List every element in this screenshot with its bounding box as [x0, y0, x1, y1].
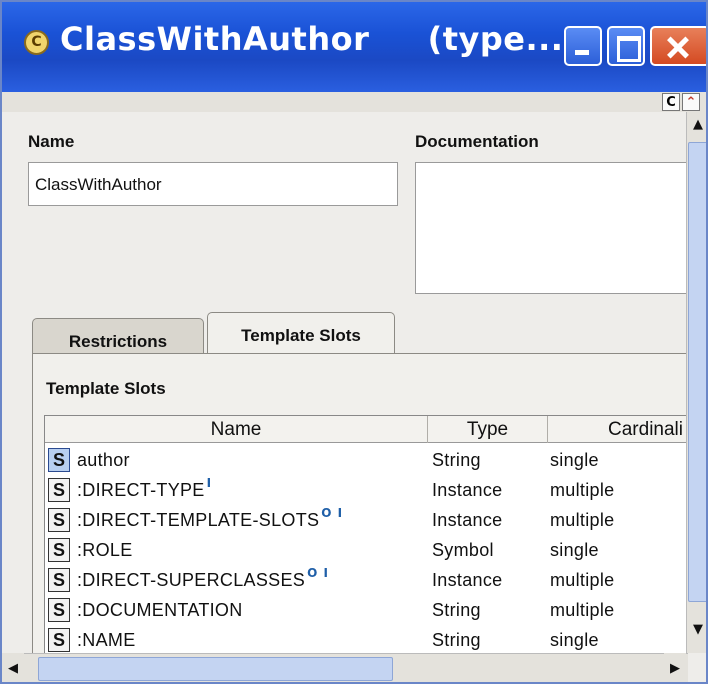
slot-type: Instance [432, 510, 503, 530]
template-slots-table[interactable]: Name Type Cardinali S author String sing… [44, 415, 686, 653]
slot-name: :DIRECT-TYPE I [77, 475, 212, 505]
close-button[interactable] [650, 26, 706, 66]
content-area: Name ClassWithAuthor Documentation Restr… [2, 112, 686, 653]
slot-icon: S [48, 508, 70, 532]
column-header-type[interactable]: Type [428, 416, 548, 443]
protege-class-window: C ClassWithAuthor (type... C ⌃ Name Clas… [0, 0, 708, 684]
slot-name-text: :DIRECT-SUPERCLASSES [77, 570, 306, 590]
column-header-cardinality[interactable]: Cardinali [548, 416, 686, 443]
slot-facet-marks: I [206, 476, 213, 490]
slot-type: Symbol [432, 540, 494, 560]
scroll-down-arrow-icon[interactable]: ▼ [687, 617, 706, 643]
table-header: Name Type Cardinali [45, 416, 686, 443]
documentation-label: Documentation [415, 132, 539, 151]
slot-name: author [77, 445, 132, 475]
table-row[interactable]: S :ROLE Symbol single [45, 535, 686, 565]
slot-name-text: :ROLE [77, 540, 133, 560]
collapse-tool-button[interactable]: ⌃ [682, 93, 700, 111]
slot-name: :DIRECT-SUPERCLASSES O I [77, 565, 329, 595]
slot-cardinality: multiple [550, 570, 615, 590]
minimize-button[interactable] [564, 26, 602, 66]
window-title: ClassWithAuthor (type... [60, 20, 564, 58]
slot-cardinality: single [550, 450, 599, 470]
maximize-button[interactable] [607, 26, 645, 66]
vertical-scrollbar[interactable]: ▲ ▼ [686, 112, 706, 653]
slot-icon: S [48, 628, 70, 652]
slot-cardinality: multiple [550, 600, 615, 620]
slot-facet-marks: O I [307, 566, 329, 580]
horizontal-scrollbar[interactable] [24, 653, 688, 682]
slot-name-text: :NAME [77, 630, 136, 650]
slot-type: Instance [432, 480, 503, 500]
table-row[interactable]: S :DIRECT-TYPE I Instance multiple [45, 475, 686, 505]
documentation-field[interactable] [415, 162, 686, 294]
slot-facet-marks: O I [321, 506, 344, 520]
table-row[interactable]: S :DIRECT-SUPERCLASSES O I Instance multi… [45, 565, 686, 595]
slot-cardinality: multiple [550, 480, 615, 500]
slot-name-text: :DOCUMENTATION [77, 600, 243, 620]
template-slots-heading: Template Slots [46, 379, 166, 398]
horizontal-scroll-thumb[interactable] [38, 657, 393, 681]
slot-icon: S [48, 598, 70, 622]
vertical-scroll-thumb[interactable] [688, 142, 706, 602]
slot-cardinality: multiple [550, 510, 615, 530]
name-field[interactable]: ClassWithAuthor [28, 162, 398, 206]
table-row[interactable]: S :DOCUMENTATION String multiple [45, 595, 686, 625]
slot-name: :NAME [77, 625, 138, 653]
name-label: Name [28, 132, 75, 151]
slot-type: String [432, 630, 481, 650]
class-icon: C [24, 30, 49, 55]
tab-template-slots[interactable]: Template Slots [207, 312, 395, 354]
slot-name-text: author [77, 450, 130, 470]
slot-name-text: :DIRECT-TEMPLATE-SLOTS [77, 510, 320, 530]
table-row[interactable]: S :NAME String single [45, 625, 686, 653]
class-tool-button[interactable]: C [662, 93, 680, 111]
scroll-right-arrow-icon[interactable]: ▶ [664, 653, 686, 682]
slot-type: String [432, 600, 481, 620]
slot-name: :DOCUMENTATION [77, 595, 245, 625]
slot-name-text: :DIRECT-TYPE [77, 480, 205, 500]
table-row[interactable]: S :DIRECT-TEMPLATE-SLOTS O I Instance mul… [45, 505, 686, 535]
table-row[interactable]: S author String single [45, 445, 686, 475]
title-bar[interactable]: C ClassWithAuthor (type... [2, 2, 706, 92]
column-header-name[interactable]: Name [45, 416, 428, 443]
slot-icon: S [48, 538, 70, 562]
slot-type: String [432, 450, 481, 470]
tab-bar: Restrictions Template Slots [2, 312, 686, 354]
slot-name: :DIRECT-TEMPLATE-SLOTS O I [77, 505, 343, 535]
slot-cardinality: single [550, 630, 599, 650]
scroll-left-arrow-icon[interactable]: ◀ [2, 653, 24, 682]
slot-cardinality: single [550, 540, 599, 560]
scroll-up-arrow-icon[interactable]: ▲ [687, 112, 706, 138]
tab-restrictions[interactable]: Restrictions [32, 318, 204, 354]
toolstrip: C ⌃ [2, 92, 706, 112]
slot-icon: S [48, 568, 70, 592]
slot-name: :ROLE [77, 535, 135, 565]
slot-type: Instance [432, 570, 503, 590]
slot-icon: S [48, 478, 70, 502]
slot-icon: S [48, 448, 70, 472]
